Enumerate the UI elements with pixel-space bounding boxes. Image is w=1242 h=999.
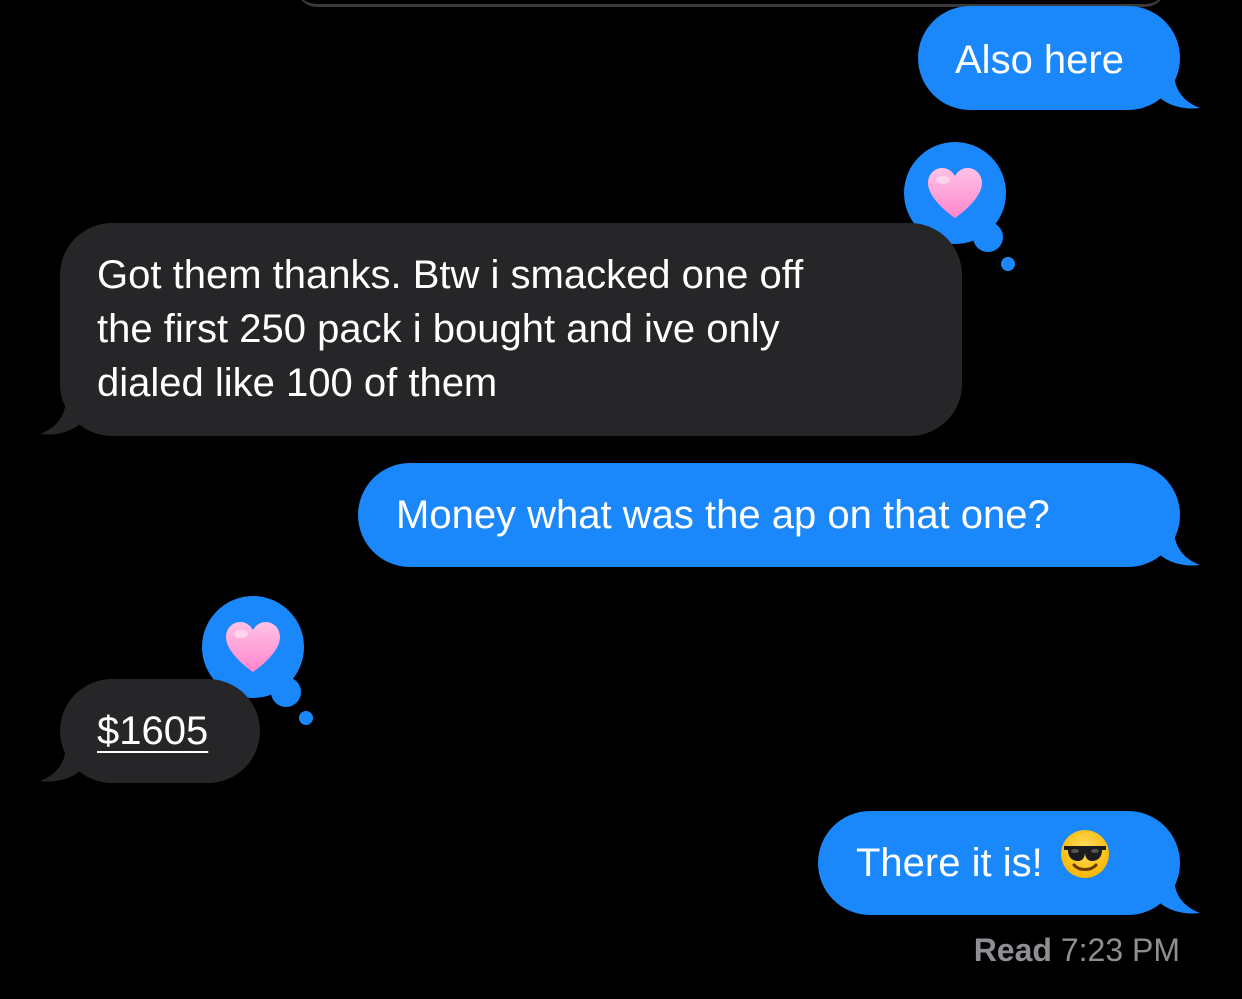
outgoing-message-bubble[interactable]: There it is! bbox=[818, 811, 1200, 915]
amount-link[interactable]: $1605 bbox=[97, 709, 208, 753]
read-label: Read bbox=[973, 932, 1052, 968]
reaction-bubble-dot bbox=[299, 711, 313, 725]
incoming-message-bubble[interactable]: Got them thanks. Btw i smacked one off t… bbox=[40, 223, 962, 436]
message-text: Also here bbox=[955, 38, 1124, 82]
message-text: There it is! bbox=[856, 841, 1043, 885]
incoming-message-bubble[interactable]: $1605 bbox=[40, 679, 260, 783]
bubble-tail bbox=[40, 745, 80, 782]
heart-icon bbox=[928, 168, 982, 218]
bubble-tail bbox=[1160, 877, 1200, 914]
bubble-tail bbox=[1160, 72, 1200, 109]
message-text-line: dialed like 100 of them bbox=[97, 361, 498, 405]
message-text: Money what was the ap on that one? bbox=[396, 493, 1050, 537]
message-text-line: the first 250 pack i bought and ive only bbox=[97, 307, 780, 351]
sunglasses-emoji-icon bbox=[1059, 828, 1111, 894]
reaction-bubble-dot bbox=[271, 677, 301, 707]
heart-icon bbox=[226, 622, 280, 672]
outgoing-message-bubble[interactable]: Also here bbox=[918, 6, 1200, 110]
bubble-tail bbox=[1160, 529, 1200, 566]
message-text-line: Got them thanks. Btw i smacked one off bbox=[97, 253, 804, 297]
bubble-tail bbox=[40, 398, 80, 435]
reaction-bubble-dot bbox=[973, 222, 1003, 252]
reaction-bubble-dot bbox=[1001, 257, 1015, 271]
read-receipt: Read 7:23 PM bbox=[974, 930, 1180, 970]
outgoing-message-bubble[interactable]: Money what was the ap on that one? bbox=[358, 463, 1200, 567]
read-time: 7:23 PM bbox=[1060, 932, 1180, 968]
